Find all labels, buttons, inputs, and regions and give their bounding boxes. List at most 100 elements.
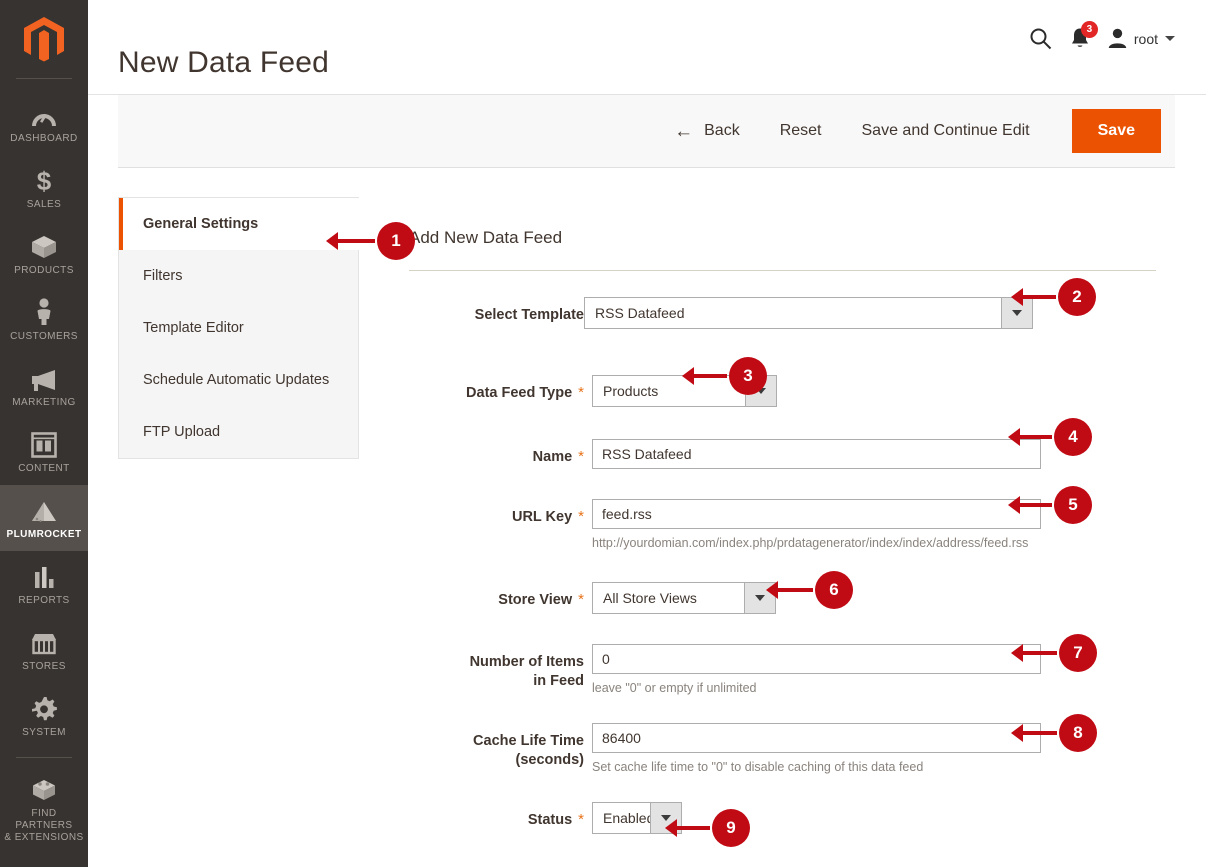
cache-life-time-label-line1: Cache Life Time <box>473 733 584 749</box>
required-asterisk: * <box>578 811 584 828</box>
sidebar-item-label: CUSTOMERS <box>10 331 78 342</box>
dollar-icon: $ <box>2 164 86 194</box>
number-of-items-label: Number of Items in Feed <box>434 644 584 691</box>
select-template-value: RSS Datafeed <box>585 298 1001 328</box>
reset-button-label: Reset <box>779 122 822 139</box>
sidebar-item-label: SALES <box>26 199 62 210</box>
sidebar-item-marketing[interactable]: MARKETING <box>0 353 88 419</box>
cache-life-time-input[interactable] <box>592 723 1041 753</box>
chevron-down-icon <box>755 595 765 601</box>
number-of-items-label-line2: in Feed <box>533 673 584 689</box>
header-actions: 3 root <box>1029 21 1175 50</box>
sidebar-item-label: PLUMROCKET <box>6 529 82 540</box>
chevron-down-icon <box>756 388 766 394</box>
tab-template-editor[interactable]: Template Editor <box>119 302 358 354</box>
dropdown-toggle-icon[interactable] <box>650 803 681 833</box>
user-name: root <box>1133 30 1158 47</box>
name-field: Name * <box>409 439 1169 469</box>
bar-chart-icon <box>2 560 86 590</box>
select-template-field: Select Template RSS Datafeed <box>409 297 1169 329</box>
status-dropdown[interactable]: Enabled <box>592 802 682 834</box>
data-feed-type-value: Products <box>593 376 745 406</box>
sidebar-item-label-2: & EXTENSIONS <box>4 832 84 843</box>
back-button-label: Back <box>704 122 740 139</box>
number-of-items-label-line1: Number of Items <box>469 654 584 670</box>
sidebar-item-reports[interactable]: REPORTS <box>0 551 88 617</box>
form-divider <box>409 270 1156 271</box>
sidebar-item-label: REPORTS <box>18 595 70 606</box>
search-icon[interactable] <box>1029 27 1052 50</box>
data-feed-type-field: Data Feed Type * Products <box>409 375 1169 407</box>
back-button[interactable]: ← Back <box>654 114 760 149</box>
notifications-button[interactable]: 3 <box>1070 21 1098 50</box>
arrow-left-icon: ← <box>674 120 694 142</box>
sidebar-item-dashboard[interactable]: DASHBOARD <box>0 89 88 155</box>
sidebar-divider <box>16 78 72 79</box>
cache-life-time-label-line2: (seconds) <box>515 752 585 768</box>
notification-count-badge: 3 <box>1080 21 1098 38</box>
dropdown-toggle-icon[interactable] <box>745 376 776 406</box>
megaphone-icon <box>2 362 86 392</box>
dropdown-toggle-icon[interactable] <box>1001 298 1032 328</box>
sidebar-item-content[interactable]: CONTENT <box>0 419 88 485</box>
gear-icon <box>2 692 86 722</box>
cache-life-time-hint: Set cache life time to "0" to disable ca… <box>592 760 924 774</box>
url-key-input[interactable] <box>592 499 1041 529</box>
status-label: Status <box>527 812 573 828</box>
data-feed-type-dropdown[interactable]: Products <box>592 375 777 407</box>
data-feed-form: Add New Data Feed Select Template RSS Da… <box>409 198 1169 834</box>
sidebar-item-stores[interactable]: STORES <box>0 617 88 683</box>
save-and-continue-edit-button[interactable]: Save and Continue Edit <box>842 114 1050 148</box>
url-key-label: URL Key <box>511 509 573 525</box>
sidebar-divider-bottom <box>16 757 72 758</box>
store-view-value: All Store Views <box>593 583 744 613</box>
store-view-field: Store View * All Store Views <box>409 582 1169 614</box>
chevron-down-icon <box>661 815 671 821</box>
magento-logo-icon[interactable] <box>0 0 88 78</box>
reset-button[interactable]: Reset <box>760 114 842 148</box>
tab-ftp-upload[interactable]: FTP Upload <box>119 406 358 458</box>
page-title: New Data Feed <box>118 46 330 80</box>
sidebar-item-find-partners[interactable]: FIND PARTNERS & EXTENSIONS <box>0 764 88 854</box>
settings-tabs: General Settings Filters Template Editor… <box>118 198 359 459</box>
form-legend: Add New Data Feed <box>409 228 563 247</box>
tab-general-settings[interactable]: General Settings <box>119 198 359 250</box>
number-of-items-input[interactable] <box>592 644 1041 674</box>
layout-icon <box>2 428 86 458</box>
plumrocket-icon <box>2 494 86 524</box>
store-view-dropdown[interactable]: All Store Views <box>592 582 776 614</box>
sidebar-item-products[interactable]: PRODUCTS <box>0 221 88 287</box>
tab-label: FTP Upload <box>143 424 221 440</box>
cache-life-time-field: Cache Life Time (seconds) Set cache life… <box>409 723 1169 774</box>
select-template-dropdown[interactable]: RSS Datafeed <box>584 297 1033 329</box>
dashboard-icon <box>2 98 86 128</box>
box-icon <box>2 230 86 260</box>
sidebar-item-plumrocket[interactable]: PLUMROCKET <box>0 485 88 551</box>
cache-life-time-label: Cache Life Time (seconds) <box>434 723 584 770</box>
page-header: New Data Feed 3 root <box>88 0 1206 95</box>
sidebar-item-customers[interactable]: CUSTOMERS <box>0 287 88 353</box>
sidebar-item-sales[interactable]: $ SALES <box>0 155 88 221</box>
tab-schedule-automatic-updates[interactable]: Schedule Automatic Updates <box>119 354 358 406</box>
status-value: Enabled <box>593 803 654 833</box>
admin-sidebar: DASHBOARD $ SALES PRODUCTS CUSTOMERS MAR… <box>0 0 88 867</box>
save-button[interactable]: Save <box>1071 109 1161 153</box>
admin-page: DASHBOARD $ SALES PRODUCTS CUSTOMERS MAR… <box>0 0 1206 867</box>
tab-label: Filters <box>143 268 183 284</box>
sidebar-item-system[interactable]: SYSTEM <box>0 683 88 749</box>
sidebar-item-label: SYSTEM <box>22 727 66 738</box>
name-input[interactable] <box>592 439 1041 469</box>
required-asterisk: * <box>578 384 584 401</box>
tab-filters[interactable]: Filters <box>119 250 358 302</box>
status-field: Status * Enabled <box>409 802 1169 834</box>
tab-label: Template Editor <box>143 320 244 336</box>
extension-box-icon <box>2 773 86 803</box>
sidebar-item-label: STORES <box>22 661 66 672</box>
required-asterisk: * <box>578 591 584 608</box>
tab-label: General Settings <box>143 216 259 232</box>
user-menu[interactable]: root <box>1108 28 1175 49</box>
svg-text:$: $ <box>37 166 52 194</box>
dropdown-toggle-icon[interactable] <box>744 583 775 613</box>
save-and-continue-edit-label: Save and Continue Edit <box>861 122 1030 139</box>
url-key-hint: http://yourdomian.com/index.php/prdatage… <box>592 536 1029 550</box>
